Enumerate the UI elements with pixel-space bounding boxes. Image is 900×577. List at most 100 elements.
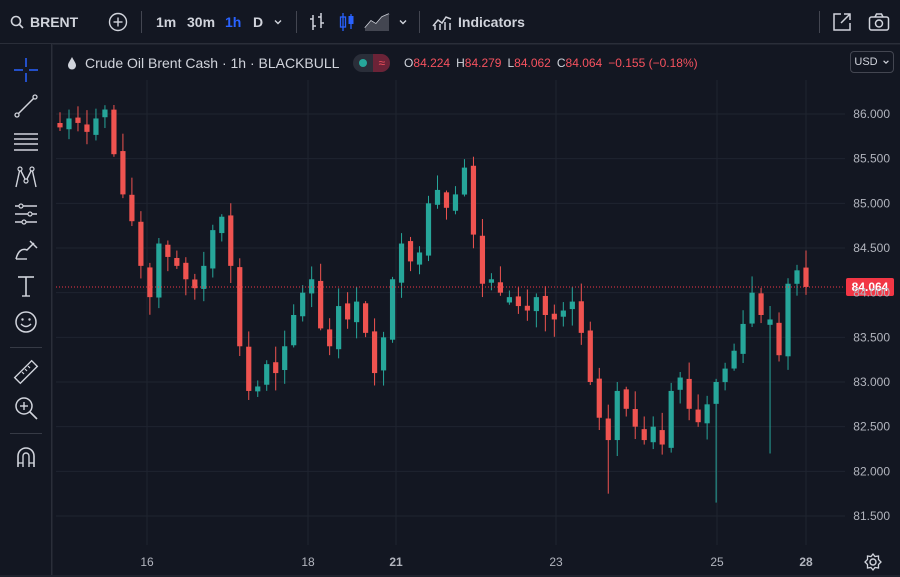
candle-down bbox=[75, 106, 81, 132]
price-tick-label: 85.500 bbox=[853, 152, 890, 166]
emoji-tool[interactable] bbox=[12, 308, 40, 336]
candle-body bbox=[389, 279, 396, 340]
crosshair-tool[interactable] bbox=[12, 56, 40, 84]
time-tick-label: 21 bbox=[389, 555, 403, 569]
chart-settings-button[interactable] bbox=[863, 552, 883, 572]
candle-down bbox=[183, 257, 189, 296]
candle-down bbox=[138, 211, 144, 279]
candle-body bbox=[479, 235, 486, 284]
droplet-icon bbox=[68, 57, 76, 70]
candle-down bbox=[362, 301, 369, 338]
bar-chart-icon bbox=[310, 13, 324, 30]
ruler-tool[interactable] bbox=[12, 358, 40, 386]
candle-up bbox=[416, 246, 423, 275]
chart-type-dropdown[interactable] bbox=[398, 0, 408, 44]
candle-body bbox=[354, 301, 360, 323]
symbol-search[interactable]: BRENT bbox=[10, 0, 78, 44]
screenshot-button[interactable] bbox=[868, 0, 890, 44]
candle-body bbox=[156, 243, 162, 298]
candle-down bbox=[273, 346, 279, 391]
candle-up bbox=[282, 330, 288, 384]
projection-tool[interactable] bbox=[12, 200, 40, 228]
ohlc-values: O84.224 H84.279 L84.062 C84.064 −0.155 (… bbox=[404, 56, 698, 70]
market-status-badge[interactable]: ≈ bbox=[353, 54, 391, 72]
candle-down bbox=[695, 394, 701, 427]
brush-tool[interactable] bbox=[12, 236, 40, 264]
candles-button[interactable] bbox=[338, 0, 356, 44]
pattern-icon bbox=[15, 166, 37, 188]
timeframe-1h[interactable]: 1h bbox=[225, 0, 241, 44]
indicators-label: Indicators bbox=[458, 14, 525, 30]
candle-down bbox=[524, 289, 530, 321]
candle-down bbox=[587, 321, 593, 385]
toolbar-divider bbox=[141, 11, 142, 33]
candle-body bbox=[488, 279, 495, 283]
candle-down bbox=[174, 250, 180, 269]
candlestick-series bbox=[57, 105, 809, 503]
drawing-toolbar bbox=[0, 44, 52, 575]
timeframe-d[interactable]: D bbox=[253, 0, 263, 44]
time-tick-label: 23 bbox=[549, 555, 563, 569]
share-button[interactable] bbox=[832, 0, 852, 44]
magnet-tool[interactable] bbox=[12, 444, 40, 472]
candle-body bbox=[713, 382, 719, 404]
candle-up bbox=[102, 105, 108, 129]
zoom-in-tool[interactable] bbox=[12, 394, 40, 422]
candle-up bbox=[614, 382, 620, 457]
candle-down bbox=[470, 156, 477, 249]
candle-body bbox=[416, 252, 423, 265]
timeframe-30m[interactable]: 30m bbox=[187, 0, 215, 44]
time-tick-label: 28 bbox=[799, 555, 813, 569]
candle-down bbox=[596, 367, 602, 431]
add-symbol-button[interactable] bbox=[108, 0, 128, 44]
trend-line-tool[interactable] bbox=[12, 92, 40, 120]
text-tool[interactable] bbox=[12, 272, 40, 300]
candle-up bbox=[668, 382, 674, 453]
candle-body bbox=[524, 305, 530, 311]
candle-down bbox=[443, 190, 450, 220]
candle-body bbox=[641, 429, 647, 441]
candle-down bbox=[129, 177, 135, 227]
candle-down bbox=[659, 412, 665, 455]
time-tick-label: 16 bbox=[140, 555, 154, 569]
candle-body bbox=[93, 118, 99, 135]
candle-body bbox=[668, 390, 674, 448]
chart-legend: Crude Oil Brent Cash · 1h · BLACKBULL ≈ … bbox=[67, 53, 698, 73]
candle-up bbox=[704, 395, 710, 440]
candle-up bbox=[650, 416, 656, 450]
fib-icon bbox=[14, 133, 38, 151]
timeframe-dropdown[interactable] bbox=[273, 0, 283, 44]
area-chart-button[interactable] bbox=[364, 0, 390, 44]
toolbar-divider bbox=[10, 347, 42, 348]
high-value: 84.279 bbox=[464, 56, 502, 70]
candle-body bbox=[75, 117, 81, 123]
price-chart[interactable]: 84.064 86.000 85.500 85.000 84.500 84.000 83.… bbox=[53, 45, 900, 575]
candle-body bbox=[219, 216, 225, 234]
data-wave-icon: ≈ bbox=[373, 54, 391, 72]
candle-body bbox=[228, 215, 234, 266]
candle-body bbox=[111, 109, 117, 155]
price-tick-label: 82.000 bbox=[853, 464, 890, 478]
candle-body bbox=[264, 364, 270, 385]
candle-body bbox=[614, 390, 620, 441]
text-icon bbox=[18, 276, 34, 297]
snapshot-share-icon bbox=[833, 13, 851, 31]
candle-down bbox=[497, 266, 504, 296]
emoji-icon bbox=[15, 311, 37, 333]
candle-body bbox=[542, 295, 548, 315]
candle-body bbox=[138, 221, 144, 266]
pattern-tool[interactable] bbox=[12, 164, 40, 192]
candle-down bbox=[776, 312, 782, 362]
candle-body bbox=[767, 319, 773, 325]
fib-tool[interactable] bbox=[12, 128, 40, 156]
symbol-title: Crude Oil Brent Cash · 1h · BLACKBULL bbox=[85, 55, 340, 71]
candle-body bbox=[165, 244, 171, 257]
timeframe-1m[interactable]: 1m bbox=[156, 0, 176, 44]
bar-chart-button[interactable] bbox=[308, 0, 326, 44]
candle-down bbox=[407, 236, 414, 272]
currency-selector[interactable]: USD bbox=[850, 51, 894, 73]
chart-window: BRENT 1m 30m 1h D Indicators 84.064 86.0… bbox=[0, 0, 900, 575]
camera-icon bbox=[868, 13, 890, 31]
magnet-icon bbox=[17, 447, 35, 467]
indicators-button[interactable]: Indicators bbox=[432, 0, 525, 44]
